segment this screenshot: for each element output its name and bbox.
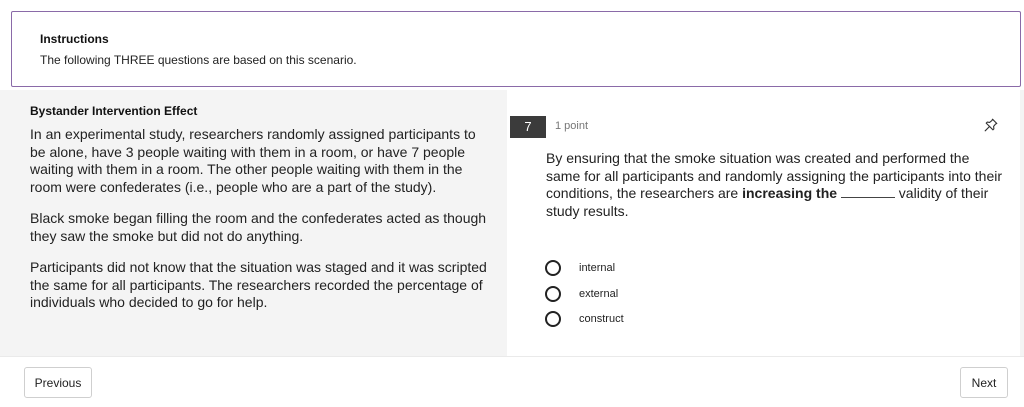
option-label: internal — [579, 262, 616, 274]
pin-icon[interactable] — [983, 117, 999, 133]
question-text-emphasis: increasing the — [742, 185, 838, 201]
option-label: external — [579, 288, 619, 300]
question-panel: 7 1 point By ensuring that the smoke sit… — [507, 90, 1020, 356]
question-number: 7 — [510, 116, 546, 138]
question-text: By ensuring that the smoke situation was… — [546, 150, 1006, 220]
scenario-paragraph: Black smoke began filling the room and t… — [30, 210, 487, 244]
divider — [0, 356, 1024, 357]
option-construct[interactable]: construct — [545, 310, 624, 328]
option-internal[interactable]: internal — [545, 259, 615, 277]
instructions-panel: Instructions The following THREE questio… — [11, 11, 1021, 87]
radio-button[interactable] — [545, 260, 561, 276]
next-button[interactable]: Next — [960, 367, 1008, 398]
instructions-title: Instructions — [40, 32, 109, 46]
option-external[interactable]: external — [545, 285, 618, 303]
radio-button[interactable] — [545, 286, 561, 302]
answer-blank — [840, 186, 895, 198]
radio-button[interactable] — [545, 311, 561, 327]
scenario-paragraph: Participants did not know that the situa… — [30, 259, 487, 310]
option-label: construct — [579, 313, 624, 325]
question-points: 1 point — [555, 120, 589, 132]
instructions-text: The following THREE questions are based … — [40, 53, 357, 67]
scenario-panel: Bystander Intervention Effect In an expe… — [11, 90, 507, 356]
scenario-paragraph: In an experimental study, researchers ra… — [30, 126, 476, 195]
scenario-title: Bystander Intervention Effect — [30, 104, 198, 118]
previous-button[interactable]: Previous — [24, 367, 92, 398]
